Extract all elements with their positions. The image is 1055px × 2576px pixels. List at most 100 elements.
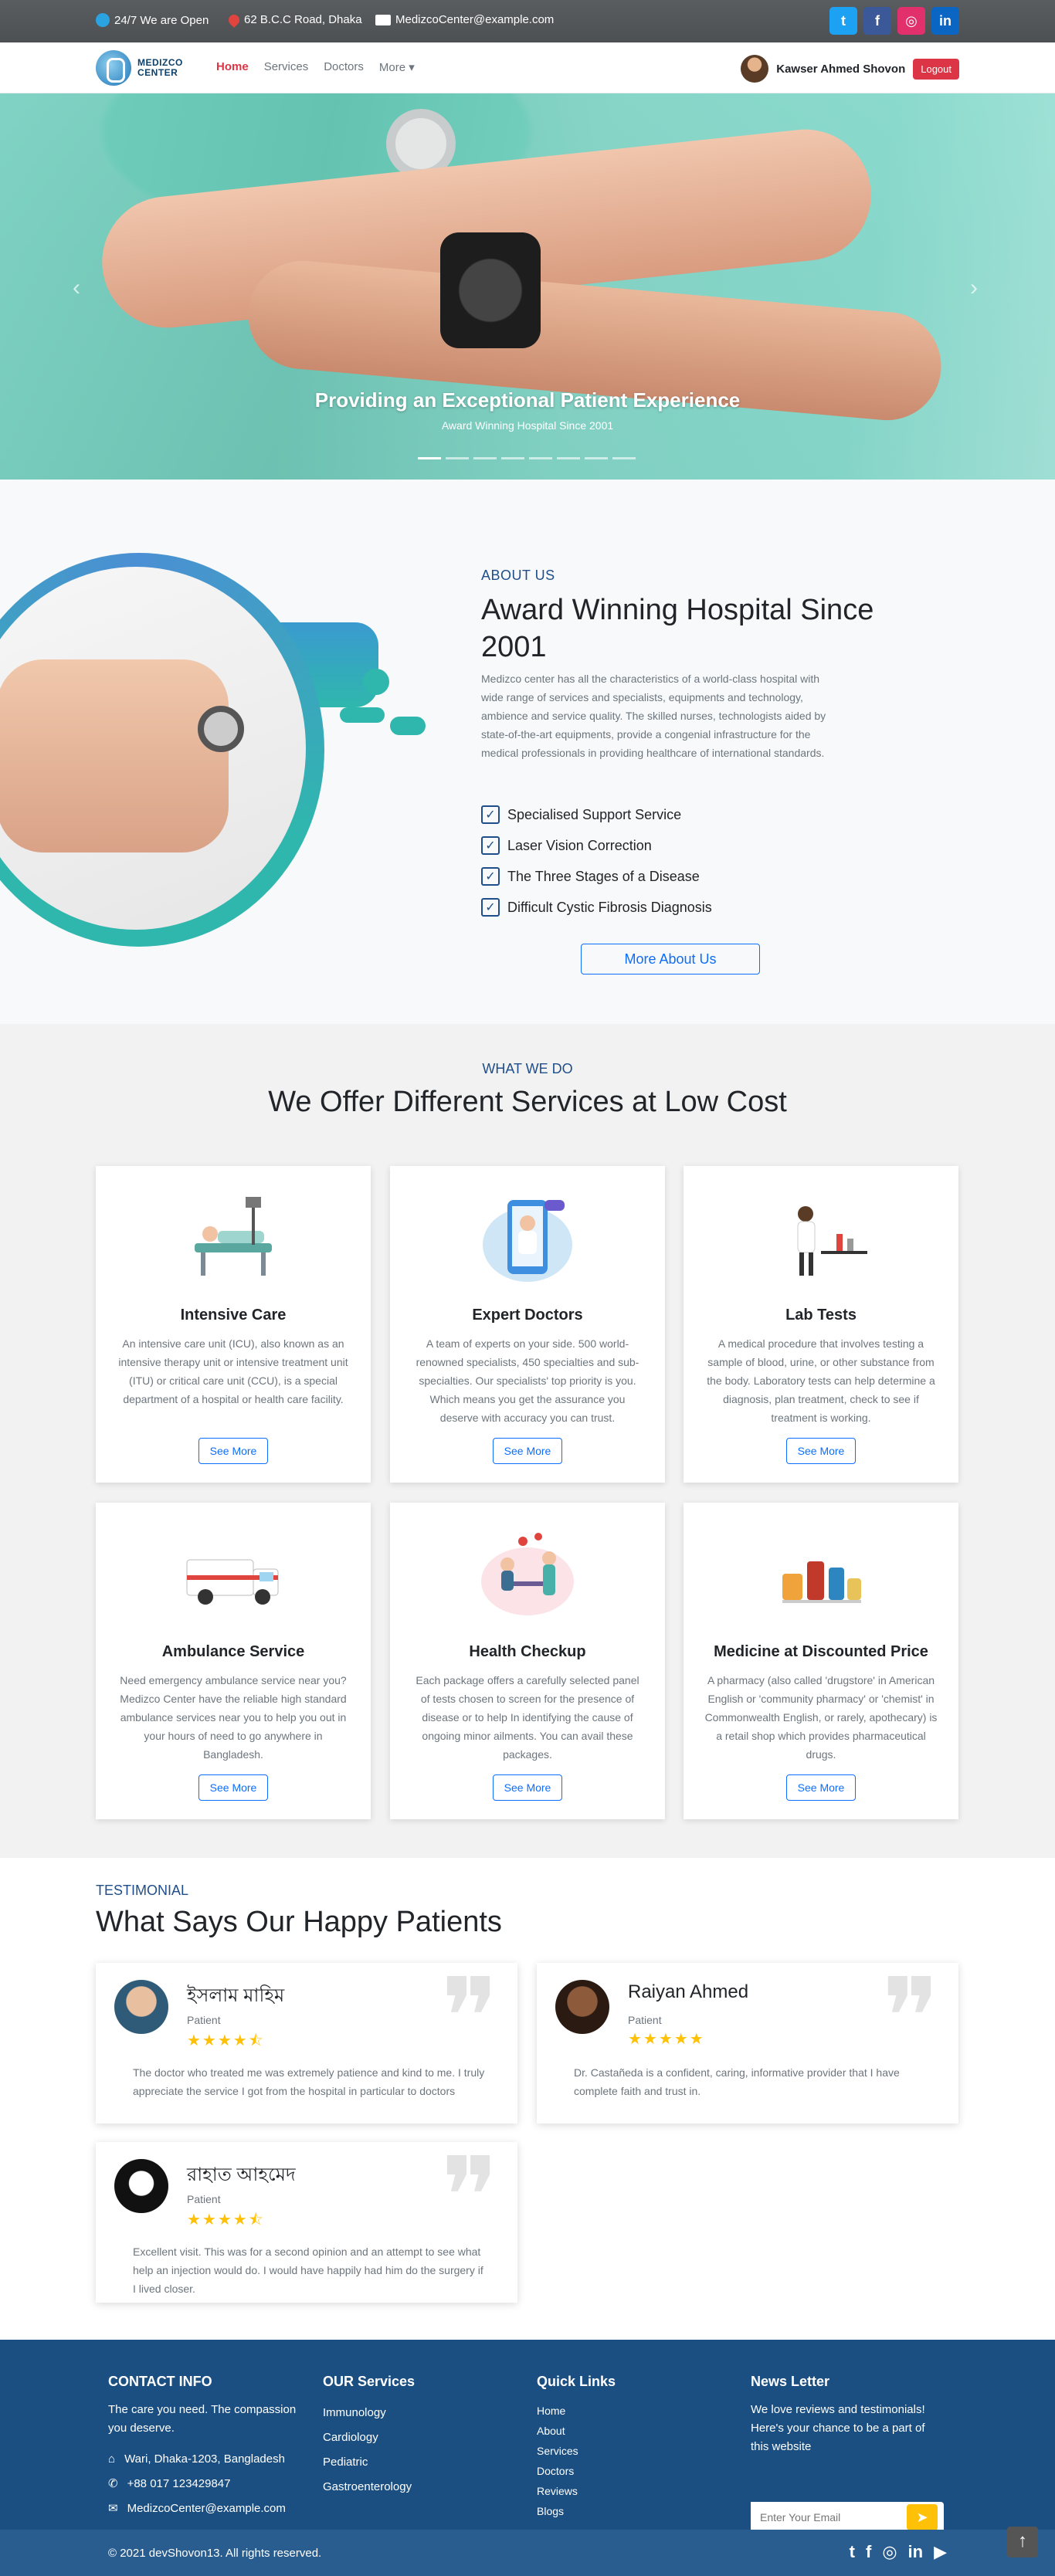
email-info: MedizcoCenter@example.com: [375, 13, 554, 26]
patient-role: Patient: [187, 2193, 221, 2205]
footer-heading: OUR Services: [323, 2374, 416, 2389]
footer-link[interactable]: Reviews: [537, 2481, 714, 2501]
about-section: ABOUT US Award Winning Hospital Since 20…: [0, 480, 1055, 1024]
instagram-icon[interactable]: ◎: [897, 7, 925, 35]
footer-social-links: t f ◎ in ▶: [850, 2542, 947, 2562]
watch-image: [440, 232, 541, 348]
quote-icon: ❞: [440, 1955, 499, 2081]
avatar: [741, 55, 769, 83]
avatar: [114, 1980, 168, 2034]
about-subtitle: ABOUT US: [481, 568, 555, 583]
service-card: Expert Doctors A team of experts on your…: [390, 1166, 665, 1483]
checkbox-icon: ✓: [481, 805, 500, 824]
checklist-item: ✓ The Three Stages of a Disease: [481, 861, 712, 892]
service-card: Medicine at Discounted Price A pharmacy …: [684, 1503, 958, 1819]
footer-contact: CONTACT INFO The care you need. The comp…: [108, 2374, 301, 2521]
facebook-icon[interactable]: f: [863, 7, 891, 35]
service-title: Ambulance Service: [161, 1643, 305, 1660]
send-icon[interactable]: ➤: [907, 2504, 938, 2530]
about-title: Award Winning Hospital Since 2001: [481, 594, 874, 663]
site-logo[interactable]: MEDIZCO CENTER: [96, 50, 183, 86]
linkedin-icon[interactable]: in: [908, 2542, 924, 2562]
see-more-button[interactable]: See More: [493, 1438, 562, 1464]
hero-carousel: ‹ › Providing an Exceptional Patient Exp…: [0, 93, 1055, 480]
patient-role: Patient: [628, 2014, 662, 2026]
see-more-button[interactable]: See More: [786, 1438, 856, 1464]
youtube-icon[interactable]: ▶: [934, 2542, 947, 2562]
footer-heading: News Letter: [751, 2374, 830, 2389]
footer-link[interactable]: Blogs: [537, 2501, 714, 2521]
instagram-icon[interactable]: ◎: [882, 2542, 897, 2562]
logo-line2: CENTER: [137, 67, 178, 78]
carousel-indicator[interactable]: [612, 457, 636, 459]
service-title: Health Checkup: [469, 1643, 586, 1660]
hero-subtitle: Award Winning Hospital Since 2001: [441, 419, 614, 432]
logout-button[interactable]: Logout: [913, 58, 959, 80]
carousel-indicator[interactable]: [418, 457, 441, 459]
service-description: A team of experts on your side. 500 worl…: [416, 1337, 639, 1424]
see-more-button[interactable]: See More: [198, 1438, 268, 1464]
about-checklist: ✓ Specialised Support Service ✓ Laser Visi…: [481, 799, 712, 923]
user-name: Kawser Ahmed Shovon: [776, 62, 906, 76]
carousel-indicator[interactable]: [557, 457, 580, 459]
quote-icon: ❞: [440, 2134, 499, 2260]
top-info-bar: 24/7 We are Open 62 B.C.C Road, Dhaka Me…: [0, 0, 1055, 42]
testimonial-text: Excellent visit. This was for a second o…: [133, 2246, 483, 2295]
location-icon: [226, 12, 242, 28]
ambulance-illustration: [186, 1559, 279, 1605]
see-more-button[interactable]: See More: [786, 1774, 856, 1801]
about-image: [0, 553, 324, 947]
footer-link[interactable]: Services: [537, 2441, 714, 2461]
carousel-indicator[interactable]: [585, 457, 608, 459]
nav-home[interactable]: Home: [216, 60, 249, 74]
nav-doctors[interactable]: Doctors: [324, 60, 364, 74]
testimonial-text: Dr. Castañeda is a confident, caring, in…: [574, 2066, 900, 2097]
footer-service-link[interactable]: Immunology: [323, 2401, 500, 2425]
footer-link[interactable]: Doctors: [537, 2461, 714, 2481]
footer-service-link[interactable]: Cardiology: [323, 2425, 500, 2450]
service-card: Intensive Care An intensive care unit (I…: [96, 1166, 371, 1483]
footer-link[interactable]: Home: [537, 2401, 714, 2421]
carousel-indicators: [418, 457, 636, 459]
facebook-icon[interactable]: f: [866, 2542, 871, 2562]
service-card: Health Checkup Each package offers a car…: [390, 1503, 665, 1819]
testimonial-card: রাহাত আহমেদ Patient ★★★★⯪ ❞ Excellent vi…: [96, 2142, 517, 2303]
carousel-indicator[interactable]: [473, 457, 497, 459]
service-title: Lab Tests: [785, 1307, 857, 1324]
carousel-next-icon[interactable]: ›: [970, 275, 978, 301]
more-about-button[interactable]: More About Us: [581, 944, 760, 974]
footer-service-link[interactable]: Gastroenterology: [323, 2475, 500, 2500]
twitter-icon[interactable]: t: [829, 7, 857, 35]
checklist-item: ✓ Difficult Cystic Fibrosis Diagnosis: [481, 892, 712, 923]
see-more-button[interactable]: See More: [198, 1774, 268, 1801]
twitter-icon[interactable]: t: [850, 2542, 855, 2562]
checkbox-icon: ✓: [481, 867, 500, 886]
carousel-indicator[interactable]: [446, 457, 469, 459]
linkedin-icon[interactable]: in: [931, 7, 959, 35]
carousel-indicator[interactable]: [529, 457, 552, 459]
services-title: We Offer Different Services at Low Cost: [268, 1086, 787, 1118]
star-rating: ★★★★⯪: [187, 2212, 265, 2229]
service-description: An intensive care unit (ICU), also known…: [118, 1337, 348, 1405]
site-footer: CONTACT INFO The care you need. The comp…: [0, 2340, 1055, 2576]
footer-service-link[interactable]: Pediatric: [323, 2450, 500, 2475]
footer-link[interactable]: About: [537, 2421, 714, 2441]
patient-name: রাহাত আহমেদ: [187, 2164, 296, 2185]
see-more-button[interactable]: See More: [493, 1774, 562, 1801]
service-title: Medicine at Discounted Price: [714, 1643, 928, 1660]
patient-role: Patient: [187, 2014, 221, 2026]
carousel-prev-icon[interactable]: ‹: [73, 275, 80, 301]
nav-services[interactable]: Services: [264, 60, 309, 74]
social-links: t f ◎ in: [829, 7, 959, 35]
newsletter-email-input[interactable]: [751, 2502, 905, 2533]
scroll-to-top-button[interactable]: ↑: [1007, 2527, 1038, 2557]
nav-more-dropdown[interactable]: More ▾: [379, 60, 415, 74]
hero-title: Providing an Exceptional Patient Experie…: [314, 388, 741, 412]
carousel-indicator[interactable]: [501, 457, 524, 459]
checklist-item: ✓ Laser Vision Correction: [481, 830, 712, 861]
newsletter-text: We love reviews and testimonials! Here's…: [751, 2403, 925, 2453]
quote-icon: ❞: [881, 1955, 940, 2081]
open-hours: 24/7 We are Open: [96, 13, 209, 27]
newsletter-form: ➤: [751, 2502, 944, 2533]
footer-heading: Quick Links: [537, 2374, 616, 2389]
